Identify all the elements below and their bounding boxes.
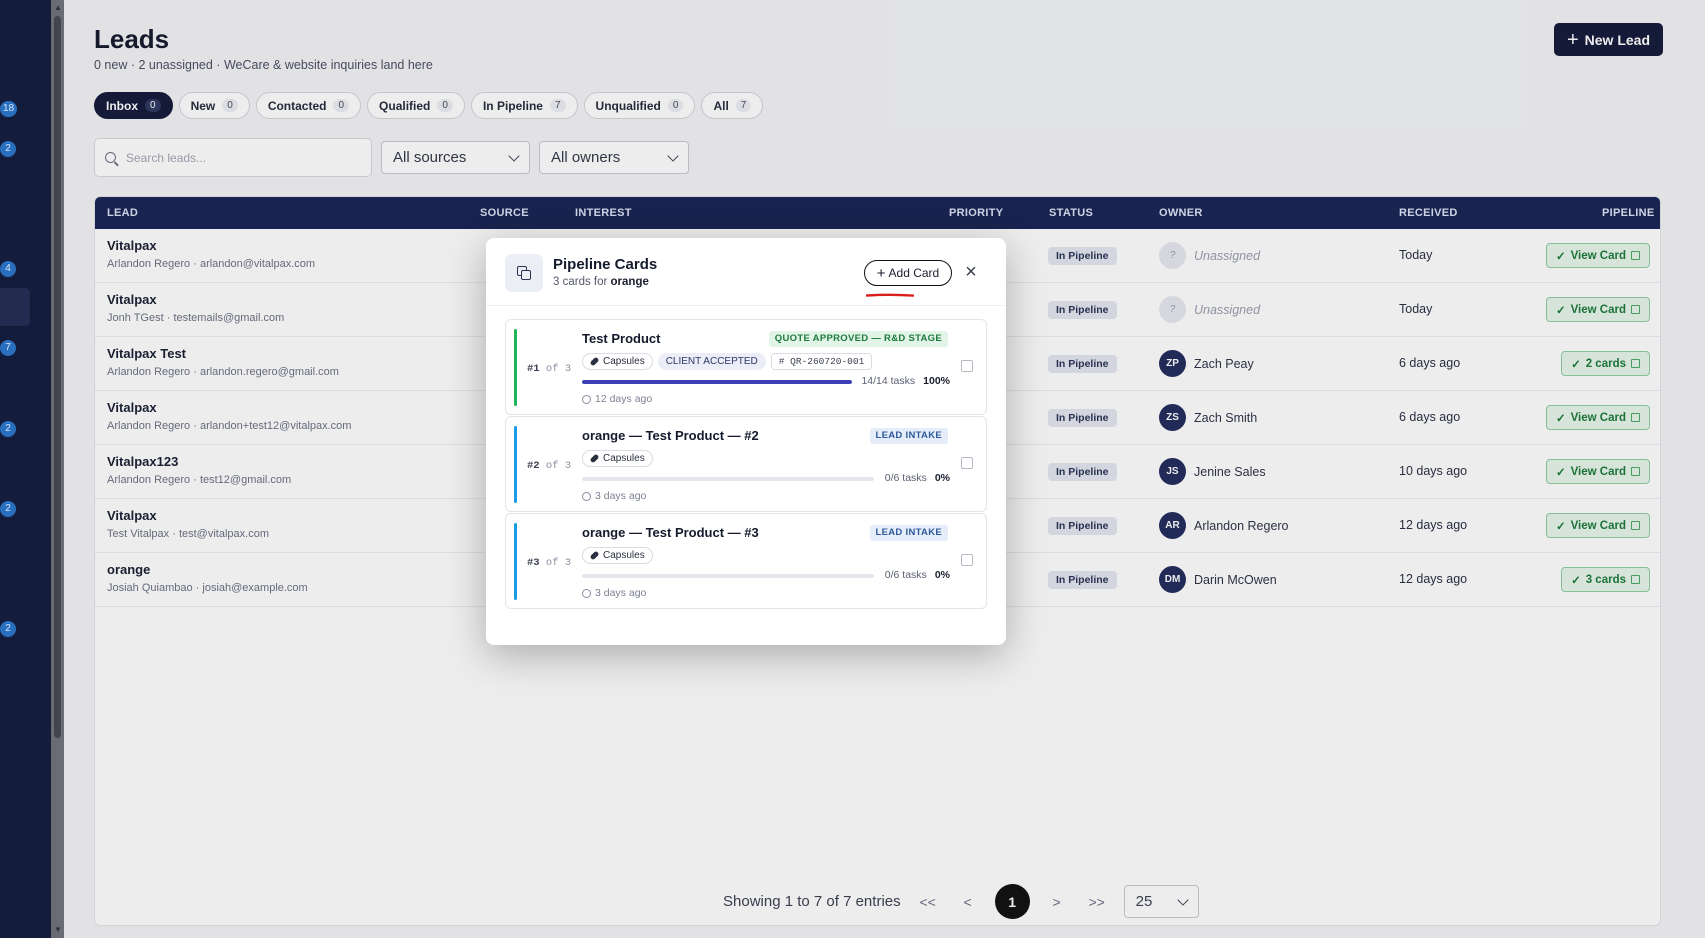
card-chips: Capsules CLIENT ACCEPTED # QR-260720-001 <box>582 353 873 370</box>
task-percent: 0% <box>934 472 950 484</box>
app-rail: 18 2 4 7 2 2 2 <box>0 0 51 938</box>
task-count: 14/14 tasks <box>861 375 916 387</box>
chip-text: Capsules <box>603 550 645 561</box>
chip-text: Capsules <box>603 356 645 367</box>
add-card-label: Add Card <box>888 266 940 280</box>
pipeline-card[interactable]: #1 of 3 Test Product QUOTE APPROVED — R&D … <box>505 319 987 415</box>
card-number: #3 <box>527 557 540 569</box>
modal-subtitle: 3 cards for orange <box>553 276 649 288</box>
modal-title: Pipeline Cards <box>553 256 658 273</box>
stage-color-bar <box>514 523 517 600</box>
card-of: of 3 <box>545 557 572 569</box>
card-age-text: 3 days ago <box>595 490 647 502</box>
card-index: #2 of 3 <box>527 460 571 472</box>
card-age-text: 3 days ago <box>595 587 647 599</box>
rail-badge: 2 <box>0 421 16 437</box>
modal-subtitle-lead: orange <box>610 276 649 288</box>
card-chip: CLIENT ACCEPTED <box>657 353 766 370</box>
progress-bar <box>582 574 874 578</box>
rail-badge: 4 <box>0 261 16 277</box>
card-title[interactable]: orange — Test Product — #2 <box>582 428 759 443</box>
modal-header: Pipeline Cards 3 cards for orange + Add … <box>486 238 1006 306</box>
annotation-underline <box>866 293 914 297</box>
chip-text: Capsules <box>603 453 645 464</box>
rail-badge: 7 <box>0 340 16 356</box>
card-chip: Capsules <box>582 353 653 370</box>
task-count: 0/6 tasks <box>884 472 927 484</box>
close-icon[interactable]: × <box>960 261 982 283</box>
card-chip: Capsules <box>582 547 653 564</box>
card-number: #2 <box>527 460 540 472</box>
chip-text: CLIENT ACCEPTED <box>665 356 758 367</box>
card-chip: # QR-260720-001 <box>770 353 873 370</box>
capsule-icon <box>589 356 600 367</box>
chip-text: # QR-260720-001 <box>778 356 865 367</box>
clock-icon <box>582 491 591 501</box>
add-card-button[interactable]: + Add Card <box>864 260 952 286</box>
progress-bar <box>582 380 852 384</box>
capsule-icon <box>589 453 600 464</box>
stage-color-bar <box>514 426 517 503</box>
card-index: #1 of 3 <box>527 363 571 375</box>
open-card-icon[interactable] <box>961 554 973 566</box>
clock-icon <box>582 394 591 404</box>
task-progress: 0/6 tasks 0% <box>885 569 950 581</box>
task-progress: 0/6 tasks 0% <box>885 472 950 484</box>
open-card-icon[interactable] <box>961 360 973 372</box>
card-of: of 3 <box>545 460 572 472</box>
open-card-icon[interactable] <box>961 457 973 469</box>
plus-icon: + <box>876 264 886 282</box>
capsule-icon <box>589 550 600 561</box>
card-index: #3 of 3 <box>527 557 571 569</box>
stage-badge: LEAD INTAKE <box>869 525 948 541</box>
rail-badge: 18 <box>0 101 18 117</box>
stage-badge: LEAD INTAKE <box>869 428 948 444</box>
card-age: 3 days ago <box>582 490 646 502</box>
task-percent: 0% <box>934 569 950 581</box>
pipeline-cards-modal: Pipeline Cards 3 cards for orange + Add … <box>486 238 1006 645</box>
card-chips: Capsules <box>582 450 653 467</box>
pipeline-card[interactable]: #2 of 3 orange — Test Product — #2 LEAD IN… <box>505 416 987 512</box>
stage-color-bar <box>514 329 517 406</box>
card-of: of 3 <box>545 363 572 375</box>
card-age: 12 days ago <box>582 393 652 405</box>
copy-cards-icon <box>505 254 543 292</box>
scroll-up-arrow-icon[interactable]: ▲ <box>54 4 62 12</box>
rail-active-item[interactable] <box>0 288 30 326</box>
rail-badge: 2 <box>0 621 16 637</box>
modal-subtitle-prefix: 3 cards for <box>553 276 608 288</box>
scroll-down-arrow-icon[interactable]: ▼ <box>54 926 62 934</box>
card-number: #1 <box>527 363 540 375</box>
task-progress: 14/14 tasks 100% <box>861 375 950 387</box>
card-chips: Capsules <box>582 547 653 564</box>
card-age: 3 days ago <box>582 587 646 599</box>
card-chip: Capsules <box>582 450 653 467</box>
task-percent: 100% <box>923 375 950 387</box>
rail-badge: 2 <box>0 141 16 157</box>
stage-badge: QUOTE APPROVED — R&D STAGE <box>768 331 948 347</box>
card-title[interactable]: Test Product <box>582 331 661 346</box>
pipeline-card[interactable]: #3 of 3 orange — Test Product — #3 LEAD IN… <box>505 513 987 609</box>
rail-badge: 2 <box>0 501 16 517</box>
scrollbar-thumb[interactable] <box>54 16 61 738</box>
task-count: 0/6 tasks <box>884 569 927 581</box>
progress-fill <box>582 380 852 384</box>
progress-bar <box>582 477 874 481</box>
card-age-text: 12 days ago <box>595 393 653 405</box>
clock-icon <box>582 588 591 598</box>
card-title[interactable]: orange — Test Product — #3 <box>582 525 759 540</box>
